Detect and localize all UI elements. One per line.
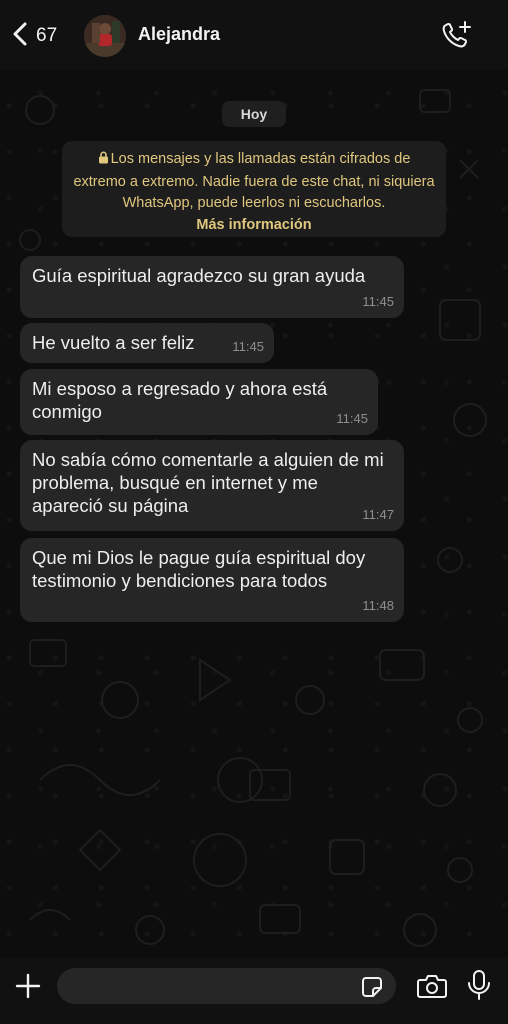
add-call-button[interactable]	[440, 20, 474, 52]
message-bubble[interactable]: Guía espiritual agradezco su gran ayuda …	[20, 256, 404, 318]
encryption-notice-text: Los mensajes y las llamadas están cifrad…	[73, 151, 435, 211]
message-time: 11:45	[232, 339, 264, 354]
sticker-icon	[360, 977, 384, 1003]
message-input[interactable]	[57, 968, 396, 1004]
more-info-link[interactable]: Más información	[196, 217, 311, 233]
microphone-icon	[466, 970, 492, 1005]
message-time: 11:47	[362, 507, 394, 522]
back-button[interactable]: 67	[12, 22, 72, 50]
lock-icon	[98, 150, 109, 172]
date-chip: Hoy	[222, 101, 286, 127]
camera-button[interactable]	[416, 972, 448, 1000]
attach-button[interactable]	[14, 972, 42, 1000]
plus-icon	[14, 973, 42, 1004]
chevron-left-icon	[12, 22, 28, 51]
unread-count: 67	[36, 25, 58, 46]
chat-header: 67 Alejandra	[0, 0, 508, 70]
add-call-icon	[440, 21, 474, 56]
message-text: No sabía cómo comentarle a alguien de mi…	[32, 449, 384, 516]
message-text: Que mi Dios le pague guía espiritual doy…	[32, 547, 366, 591]
camera-icon	[416, 975, 448, 1004]
sticker-button[interactable]	[360, 975, 384, 999]
composer-bar	[0, 958, 508, 1024]
message-text: Mi esposo a regresado y ahora está conmi…	[32, 378, 328, 422]
encryption-notice[interactable]: Los mensajes y las llamadas están cifrad…	[62, 141, 446, 237]
message-bubble[interactable]: He vuelto a ser feliz 11:45	[20, 323, 274, 363]
avatar[interactable]	[84, 15, 126, 57]
message-time: 11:45	[336, 411, 368, 426]
message-bubble[interactable]: No sabía cómo comentarle a alguien de mi…	[20, 440, 404, 531]
contact-name[interactable]: Alejandra	[138, 24, 220, 45]
message-bubble[interactable]: Mi esposo a regresado y ahora está conmi…	[20, 369, 378, 435]
microphone-button[interactable]	[466, 969, 492, 1001]
message-text: He vuelto a ser feliz	[32, 332, 195, 353]
message-time: 11:45	[362, 294, 394, 309]
message-text: Guía espiritual agradezco su gran ayuda	[32, 265, 366, 286]
message-time: 11:48	[362, 598, 394, 613]
message-bubble[interactable]: Que mi Dios le pague guía espiritual doy…	[20, 538, 404, 622]
